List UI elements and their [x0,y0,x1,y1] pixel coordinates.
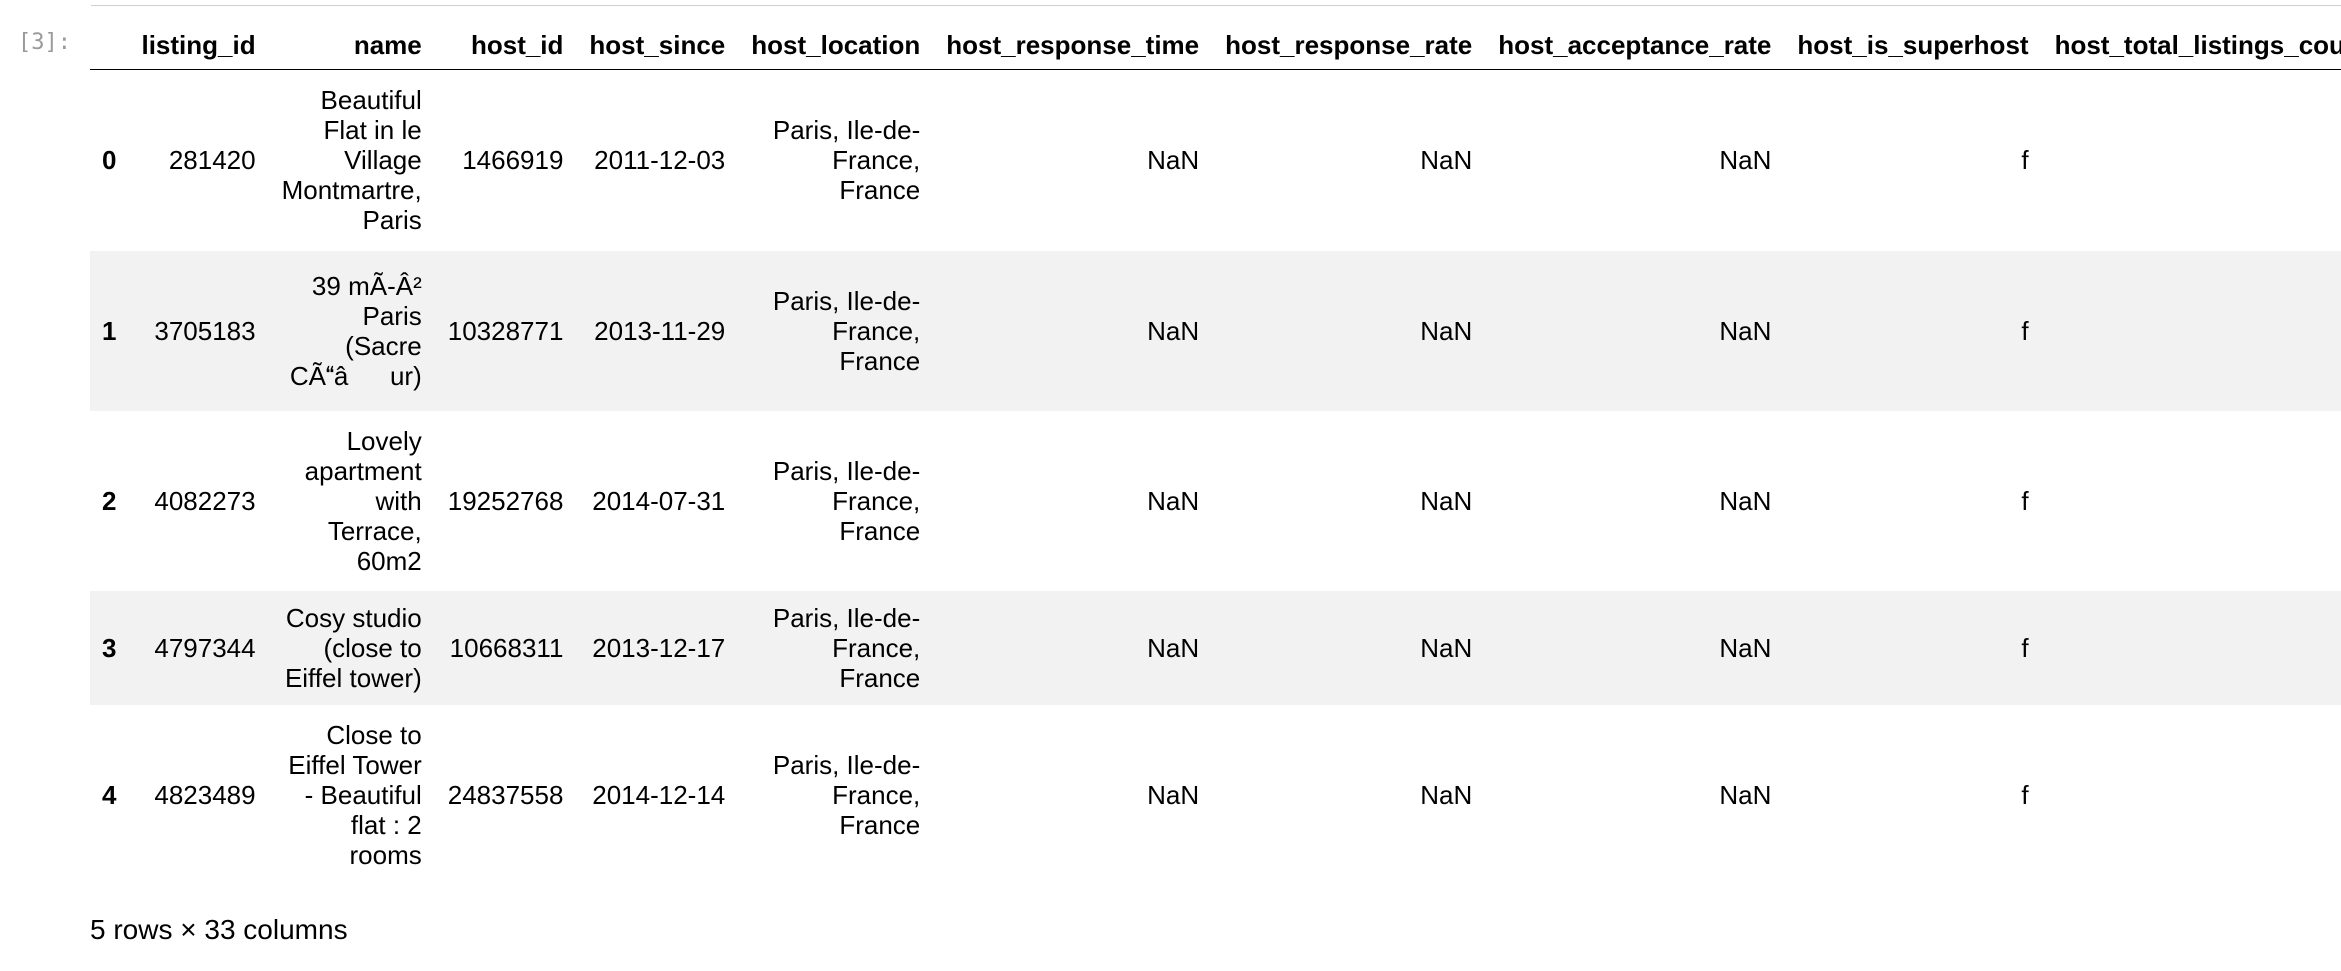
column-header-index [90,22,129,70]
table-row: 4 4823489 Close to Eiffel Tower - Beauti… [90,705,2341,886]
cell-host-location: Paris, Ile-de-France, France [772,455,921,546]
cell-host-response-rate: NaN [1420,485,1473,516]
cell-host-total-listings-count [2042,70,2341,251]
column-header-host-location: host_location [738,22,934,70]
cell-host-response-rate: NaN [1420,315,1473,346]
cell-listing-id: 4823489 [154,780,256,810]
cell-host-since: 2013-11-29 [594,315,726,346]
cell-host-acceptance-rate: NaN [1719,632,1772,663]
previous-cell-border [91,0,2341,6]
header-row: listing_id name host_id host_since host_… [90,22,2341,70]
cell-host-id: 24837558 [447,780,564,810]
cell-host-acceptance-rate: NaN [1719,315,1772,346]
cell-name: 39 mÃ-Â² Paris (Sacre CÃâur) [289,270,422,391]
column-header-name: name [268,22,435,70]
dataframe-output: listing_id name host_id host_since host_… [90,22,2341,886]
cell-host-acceptance-rate: NaN [1719,780,1772,810]
cell-host-id: 10668311 [449,632,564,663]
row-index: 4 [102,780,117,810]
execution-count-prompt: [3]: [18,30,71,55]
cell-host-id: 10328771 [447,315,564,346]
cell-host-location: Paris, Ile-de-France, France [772,115,921,206]
cell-host-response-time: NaN [1147,145,1200,176]
row-index: 3 [102,632,117,663]
column-header-host-id: host_id [434,22,577,70]
cell-host-since: 2014-07-31 [592,485,726,516]
column-header-host-since: host_since [576,22,739,70]
cell-name: Lovely apartment with Terrace, 60m2 [304,425,422,576]
table-row: 3 4797344 Cosy studio (close to Eiffel t… [90,590,2341,705]
cell-host-is-superhost: f [2021,632,2029,663]
cell-host-acceptance-rate: NaN [1719,485,1772,516]
cell-listing-id: 3705183 [154,315,256,346]
cell-host-response-time: NaN [1147,485,1200,516]
cell-listing-id: 4797344 [154,632,256,663]
cell-host-is-superhost: f [2021,315,2029,346]
cell-host-location: Paris, Ile-de-France, France [772,750,921,840]
cell-host-is-superhost: f [2021,145,2029,176]
cell-host-response-time: NaN [1147,315,1200,346]
dataframe-table: listing_id name host_id host_since host_… [90,22,2341,886]
cell-host-total-listings-count [2042,591,2341,705]
cell-host-id: 1466919 [462,145,564,176]
row-index: 2 [102,485,117,516]
cell-host-response-rate: NaN [1420,145,1473,176]
column-header-host-is-superhost: host_is_superhost [1784,22,2042,70]
column-header-host-total-listings-count: host_total_listings_count [2041,22,2341,70]
cell-name: Cosy studio (close to Eiffel tower) [284,602,422,693]
cell-host-since: 2014-12-14 [592,780,726,810]
cell-listing-id: 4082273 [154,485,256,516]
cell-host-total-listings-count [2042,251,2341,411]
column-header-host-acceptance-rate: host_acceptance_rate [1485,22,1785,70]
cell-host-total-listings-count [2042,705,2341,886]
table-shape-summary: 5 rows × 33 columns [90,914,348,945]
cell-host-response-time: NaN [1147,780,1200,810]
cell-listing-id: 281420 [168,145,256,176]
cell-host-since: 2011-12-03 [594,145,726,176]
cell-host-location: Paris, Ile-de-France, France [772,285,921,376]
column-header-listing-id: listing_id [128,22,269,70]
cell-host-response-time: NaN [1147,632,1200,663]
table-row: 2 4082273 Lovely apartment with Terrace,… [90,411,2341,591]
cell-host-is-superhost: f [2021,780,2029,810]
cell-host-acceptance-rate: NaN [1719,145,1772,176]
cell-host-response-rate: NaN [1420,632,1473,663]
cell-host-total-listings-count [2042,411,2341,591]
column-header-host-response-rate: host_response_rate [1212,22,1486,70]
table-header: listing_id name host_id host_since host_… [90,22,2341,70]
cell-host-since: 2013-12-17 [592,632,726,663]
cell-host-response-rate: NaN [1420,780,1473,810]
cell-host-id: 19252768 [447,485,564,516]
row-index: 1 [102,315,117,346]
cell-host-is-superhost: f [2021,485,2029,516]
column-header-host-response-time: host_response_time [933,22,1213,70]
cell-host-location: Paris, Ile-de-France, France [772,602,921,693]
table-row: 1 3705183 39 mÃ-Â² Paris (Sacre CÃâur… [90,250,2341,411]
table-body: 0 281420 Beautiful Flat in le Village Mo… [90,70,2341,886]
row-index: 0 [102,145,117,176]
table-row: 0 281420 Beautiful Flat in le Village Mo… [90,70,2341,251]
cell-name: Close to Eiffel Tower - Beautiful flat :… [288,720,422,870]
cell-name: Beautiful Flat in le Village Montmartre,… [281,85,422,236]
